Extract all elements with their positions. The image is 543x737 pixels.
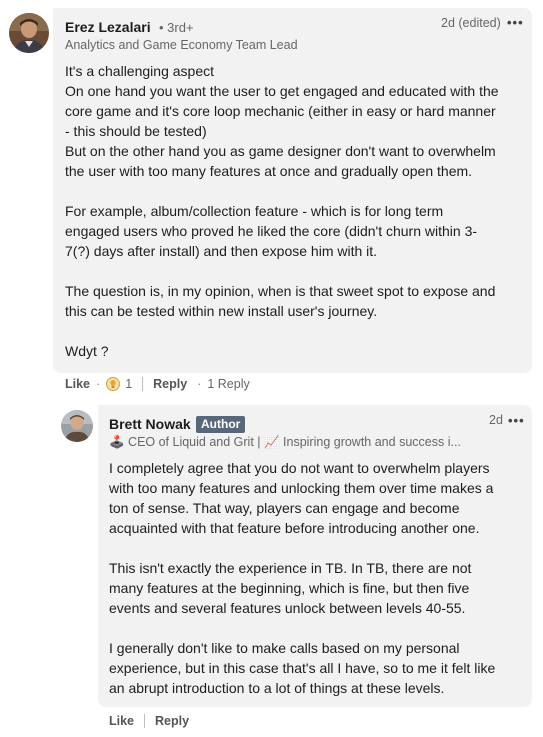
like-button[interactable]: Like xyxy=(65,377,90,391)
comment-line: this can be tested within new install us… xyxy=(65,303,378,319)
reply-line: ton of sense. That way, players can enga… xyxy=(109,500,460,516)
separator-dot: · xyxy=(197,377,202,391)
reply-more-options-button[interactable]: ••• xyxy=(508,413,525,428)
comment-line: the user with too many features at once … xyxy=(65,163,473,179)
comment-body: It's a challenging aspect On one hand yo… xyxy=(65,61,525,361)
comment-line: Wdyt ? xyxy=(65,343,109,359)
reply-line: events and several features unlock betwe… xyxy=(109,600,466,616)
reply-line: acquainted with that feature before intr… xyxy=(109,520,480,536)
comment-line: - this should be tested) xyxy=(65,123,207,139)
reply-timestamp: 2d xyxy=(489,413,503,427)
reply-line: with too many features and unlocking the… xyxy=(109,480,494,496)
reply-like-button[interactable]: Like xyxy=(109,714,134,728)
reply-reply-button[interactable]: Reply xyxy=(155,714,189,728)
reply-line: I completely agree that you do not want … xyxy=(109,460,490,476)
avatar-photo-icon xyxy=(9,13,49,53)
replies-count-link[interactable]: 1 Reply xyxy=(207,377,249,391)
comment-line: On one hand you want the user to get eng… xyxy=(65,83,499,99)
separator-dot: · xyxy=(96,377,101,391)
reply-line: I generally don't like to make calls bas… xyxy=(109,640,460,656)
insightful-lightbulb-icon[interactable] xyxy=(106,377,121,391)
reply-body: I completely agree that you do not want … xyxy=(109,458,529,698)
divider xyxy=(142,377,144,391)
comment-line: engaged users who proved he liked the co… xyxy=(65,223,478,239)
reply-avatar[interactable] xyxy=(61,410,93,442)
comment-line: For example, album/collection feature - … xyxy=(65,203,444,219)
commenter-avatar[interactable] xyxy=(9,13,49,53)
author-badge: Author xyxy=(196,416,246,433)
comment-timestamp: 2d (edited) xyxy=(441,16,501,30)
reply-button[interactable]: Reply xyxy=(153,377,187,391)
reply-author-headline: 🕹️ CEO of Liquid and Grit | 📈 Inspiring … xyxy=(109,435,461,449)
avatar-photo-icon xyxy=(61,410,93,442)
more-options-button[interactable]: ••• xyxy=(507,15,524,30)
comment-line: But on the other hand you as game design… xyxy=(65,143,496,159)
reply-line: experience, but in this case that's all … xyxy=(109,660,496,676)
reply-actions: Like Reply xyxy=(109,714,189,728)
comment-line: The question is, in my opinion, when is … xyxy=(65,283,496,299)
reply-author-name[interactable]: Brett Nowak xyxy=(109,416,191,432)
comment-line: 7(?) days after install) and then expose… xyxy=(65,243,378,259)
comment-line: core game and it's core loop mechanic (e… xyxy=(65,103,496,119)
commenter-headline: Analytics and Game Economy Team Lead xyxy=(65,38,298,52)
connection-degree: • 3rd+ xyxy=(159,20,194,35)
reaction-count[interactable]: 1 xyxy=(125,377,132,391)
comment-actions: Like · 1 Reply · 1 Reply xyxy=(65,377,250,391)
reply-line: many features at the beginning, which is… xyxy=(109,580,470,596)
reply-line: an abrupt introduction to a lot of thing… xyxy=(109,680,445,696)
comment-line: It's a challenging aspect xyxy=(65,63,214,79)
reply-line: This isn't exactly the experience in TB.… xyxy=(109,560,472,576)
commenter-name[interactable]: Erez Lezalari xyxy=(65,19,151,35)
divider xyxy=(144,714,146,728)
